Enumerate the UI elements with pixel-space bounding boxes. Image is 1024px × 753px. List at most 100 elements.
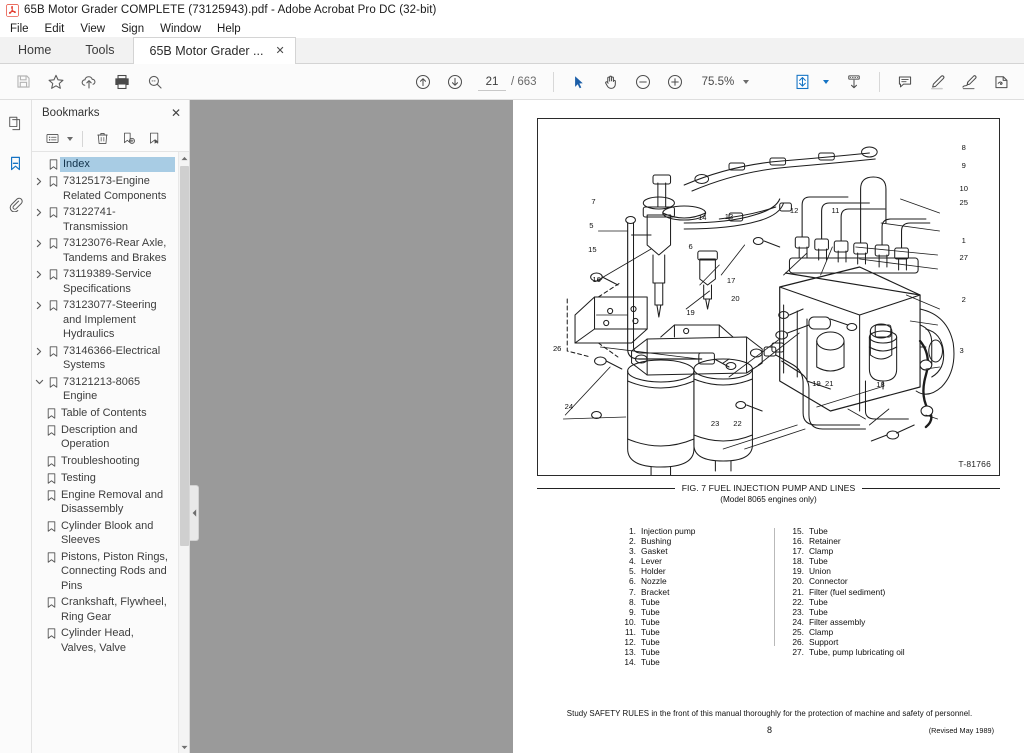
edit-bookmark-icon[interactable] [142, 128, 166, 150]
fit-page-chevron-down-icon[interactable] [823, 80, 829, 84]
bookmark-item[interactable]: 73146366-Electrical Systems [32, 343, 177, 374]
chevron-right-icon[interactable] [32, 174, 46, 189]
scroll-up-arrow-icon[interactable] [179, 152, 189, 164]
bookmark-mark-icon [44, 471, 58, 486]
tab-home[interactable]: Home [0, 37, 68, 63]
part-legend-row: 16. Retainer [787, 536, 957, 546]
bookmark-item[interactable]: Troubleshooting [32, 453, 177, 470]
tab-tools[interactable]: Tools [67, 37, 133, 63]
menu-edit[interactable]: Edit [37, 20, 73, 38]
bookmark-item[interactable]: Cylinder Head, Valves, Valve [32, 625, 177, 656]
figure-caption-block: FIG. 7 FUEL INJECTION PUMP AND LINES (Mo… [537, 483, 1001, 504]
bookmark-options-icon[interactable] [40, 128, 64, 150]
part-number: 22. [792, 596, 804, 607]
chevron-right-icon[interactable] [32, 236, 46, 251]
close-panel-icon[interactable]: ✕ [171, 107, 181, 119]
zoom-dropdown-chevron-down-icon[interactable] [743, 80, 750, 84]
figure-callout: 9 [961, 160, 966, 170]
collapse-left-icon[interactable] [190, 485, 199, 541]
page-thumbnails-icon[interactable] [3, 110, 29, 136]
save-icon[interactable] [8, 68, 38, 96]
bookmark-item[interactable]: Cylinder Blook and Sleeves [32, 518, 177, 549]
bookmark-item[interactable]: Engine Removal and Disassembly [32, 487, 177, 518]
bookmark-item[interactable]: Index [32, 156, 177, 173]
bookmark-item[interactable]: 73123076-Rear Axle, Tandems and Brakes [32, 235, 177, 266]
highlighter-pen-icon[interactable] [922, 68, 952, 96]
attachments-icon[interactable] [3, 190, 29, 216]
part-number: 7. [629, 586, 636, 597]
bookmark-mark-icon [44, 406, 58, 421]
bookmark-mark-icon [46, 236, 60, 251]
title-bar: 65B Motor Grader COMPLETE (73125943).pdf… [0, 0, 1024, 20]
delete-bookmark-icon[interactable] [90, 128, 114, 150]
figure-callout: 3 [959, 345, 964, 355]
part-number: 27. [792, 647, 804, 658]
zoom-out-circle-icon[interactable] [628, 68, 658, 96]
part-legend-row: 23. Tube [787, 607, 957, 617]
hand-icon[interactable] [596, 68, 626, 96]
menu-window[interactable]: Window [152, 20, 209, 38]
chevron-right-icon[interactable] [32, 267, 46, 282]
new-bookmark-icon[interactable] [116, 128, 140, 150]
bookmark-item[interactable]: 73122741-Transmission [32, 204, 177, 235]
stamp-icon[interactable] [986, 68, 1016, 96]
menu-file[interactable]: File [6, 20, 37, 38]
chevron-right-icon[interactable] [32, 205, 46, 220]
part-number: 25. [792, 626, 804, 637]
previous-page-icon[interactable] [408, 68, 438, 96]
page-number-input[interactable] [478, 73, 506, 91]
menu-help[interactable]: Help [209, 20, 249, 38]
part-legend-row: 13. Tube [619, 647, 769, 657]
part-name: Tube [809, 526, 828, 536]
part-legend-row: 18. Tube [787, 556, 957, 566]
part-name: Filter (fuel sediment) [809, 586, 886, 597]
menu-sign[interactable]: Sign [113, 20, 152, 38]
scroll-down-icon[interactable] [839, 68, 869, 96]
zoom-level-label[interactable]: 75.5% [702, 76, 735, 88]
chevron-down-icon[interactable] [32, 375, 46, 390]
bookmarks-icon[interactable] [3, 150, 29, 176]
bookmark-item[interactable]: 73123077-Steering and Implement Hydrauli… [32, 297, 177, 343]
search-icon[interactable] [140, 68, 170, 96]
bookmarks-scrollbar[interactable] [178, 152, 189, 753]
bookmark-item[interactable]: 73119389-Service Specifications [32, 266, 177, 297]
part-name: Clamp [809, 546, 834, 557]
cursor-arrow-icon[interactable] [564, 68, 594, 96]
chevron-right-icon[interactable] [32, 298, 46, 313]
bookmarks-scrollbar-thumb[interactable] [180, 166, 189, 546]
comment-bubble-icon[interactable] [890, 68, 920, 96]
sign-pen-icon[interactable] [954, 68, 984, 96]
bookmark-item-label: Crankshaft, Flywheel, Ring Gear [61, 596, 167, 623]
close-tab-icon[interactable]: ✕ [273, 45, 286, 57]
bookmark-item[interactable]: Testing [32, 470, 177, 487]
part-number: 5. [629, 566, 636, 577]
bookmark-item[interactable]: Description and Operation [32, 422, 177, 453]
bookmark-item-label: 73119389-Service Specifications [63, 268, 152, 295]
chevron-right-icon[interactable] [32, 344, 46, 359]
bookmark-item[interactable]: 73125173-Engine Related Components [32, 173, 177, 204]
bookmark-item[interactable]: Crankshaft, Flywheel, Ring Gear [32, 594, 177, 625]
figure-callout: 8 [961, 142, 966, 152]
fit-page-icon[interactable] [788, 68, 818, 96]
next-page-icon[interactable] [440, 68, 470, 96]
bookmark-item[interactable]: Table of Contents [32, 405, 177, 422]
bookmark-options-chevron-down-icon[interactable] [67, 136, 73, 141]
part-name: Connector [809, 576, 848, 587]
tab-document[interactable]: 65B Motor Grader ... ✕ [132, 37, 296, 64]
document-viewer[interactable]: 8 9 10 25 7 14 13 12 11 5 1 15 27 6 16 17 2 19 20 26 3 21 19 18… [190, 100, 1024, 753]
zoom-in-circle-icon[interactable] [660, 68, 690, 96]
scroll-down-arrow-icon[interactable] [179, 741, 189, 753]
bookmark-item-label: 73121213-8065 Engine [63, 375, 141, 403]
part-number: 9. [629, 606, 636, 617]
bookmark-mark-icon [46, 174, 60, 189]
star-icon[interactable] [41, 68, 71, 96]
bookmark-item[interactable]: Pistons, Piston Rings, Connecting Rods a… [32, 549, 177, 595]
print-icon[interactable] [107, 68, 137, 96]
bookmark-item[interactable]: 73121213-8065 Engine [32, 374, 177, 405]
menu-view[interactable]: View [72, 20, 113, 38]
upload-cloud-icon[interactable] [74, 68, 104, 96]
part-number: 1. [629, 526, 636, 536]
bookmarks-list[interactable]: Index 73125173-Engine Related Components 7… [32, 152, 189, 753]
bookmark-mark-icon [46, 344, 60, 359]
bookmarks-toolbar [32, 126, 189, 152]
